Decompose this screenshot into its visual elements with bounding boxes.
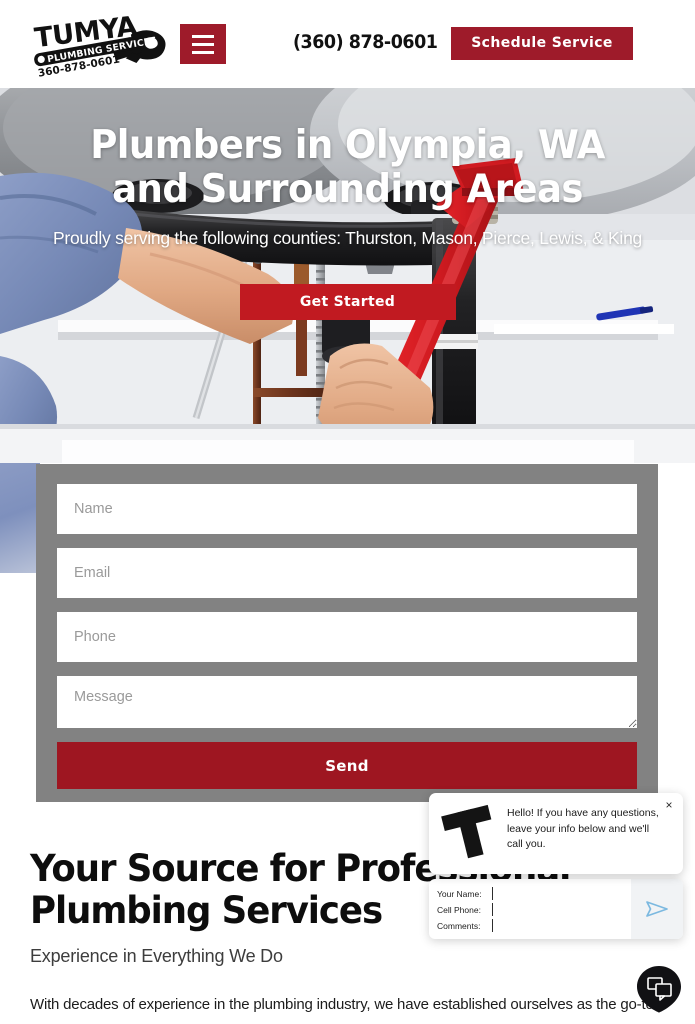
phone-input[interactable] [57, 612, 637, 662]
contact-form: Send [36, 464, 658, 802]
chat-field-your-name: Your Name: [437, 886, 631, 901]
hero-section: Plumbers in Olympia, WA and Surrounding … [0, 88, 695, 463]
hero-content: Plumbers in Olympia, WA and Surrounding … [0, 88, 695, 320]
chat-form: Your Name: Cell Phone: Comments: [429, 879, 683, 939]
chat-input-comments[interactable] [492, 919, 631, 932]
hamburger-bar-bottom [192, 50, 214, 54]
section-body-text: With decades of experience in the plumbi… [30, 995, 654, 1013]
get-started-button[interactable]: Get Started [239, 283, 456, 320]
site-header: TUMYA PLUMBING SERVICES 360-878-0601 (36… [0, 0, 695, 88]
hamburger-bar-middle [192, 42, 214, 46]
hero-subtitle: Proudly serving the following counties: … [52, 227, 643, 248]
hamburger-bar-top [192, 34, 214, 38]
chat-avatar [441, 804, 492, 859]
chat-field-cell-phone: Cell Phone: [437, 902, 631, 917]
chat-field-comments: Comments: [437, 918, 631, 933]
header-phone-link[interactable]: (360) 878-0601 [293, 31, 438, 53]
chat-greeting-card: Hello! If you have any questions, leave … [429, 793, 683, 874]
send-arrow-icon[interactable] [631, 879, 683, 939]
message-textarea[interactable] [57, 676, 637, 728]
chat-bubbles-icon[interactable] [635, 965, 683, 1013]
chat-widget: Hello! If you have any questions, leave … [429, 793, 683, 939]
chat-fields: Your Name: Cell Phone: Comments: [429, 879, 631, 939]
hero-title: Plumbers in Olympia, WA and Surrounding … [90, 123, 605, 213]
section-subheading: Experience in Everything We Do [30, 945, 283, 966]
chat-label-comments: Comments: [437, 920, 481, 931]
chat-input-your-name[interactable] [492, 887, 631, 900]
chat-input-cell-phone[interactable] [492, 903, 631, 916]
name-input[interactable] [57, 484, 637, 534]
email-input[interactable] [57, 548, 637, 598]
schedule-service-button[interactable]: Schedule Service [451, 27, 633, 60]
page-root: Plumbers in Olympia, WA and Surrounding … [0, 0, 695, 1024]
chat-label-cell-phone: Cell Phone: [437, 904, 481, 915]
close-icon[interactable]: × [662, 798, 676, 812]
hamburger-menu-icon[interactable] [180, 24, 226, 64]
site-logo[interactable]: TUMYA PLUMBING SERVICES 360-878-0601 [28, 12, 178, 78]
chat-label-your-name: Your Name: [437, 888, 482, 899]
hero-image-left-overflow [0, 463, 40, 573]
chat-greeting-text: Hello! If you have any questions, leave … [507, 807, 659, 851]
send-button[interactable]: Send [57, 742, 637, 789]
